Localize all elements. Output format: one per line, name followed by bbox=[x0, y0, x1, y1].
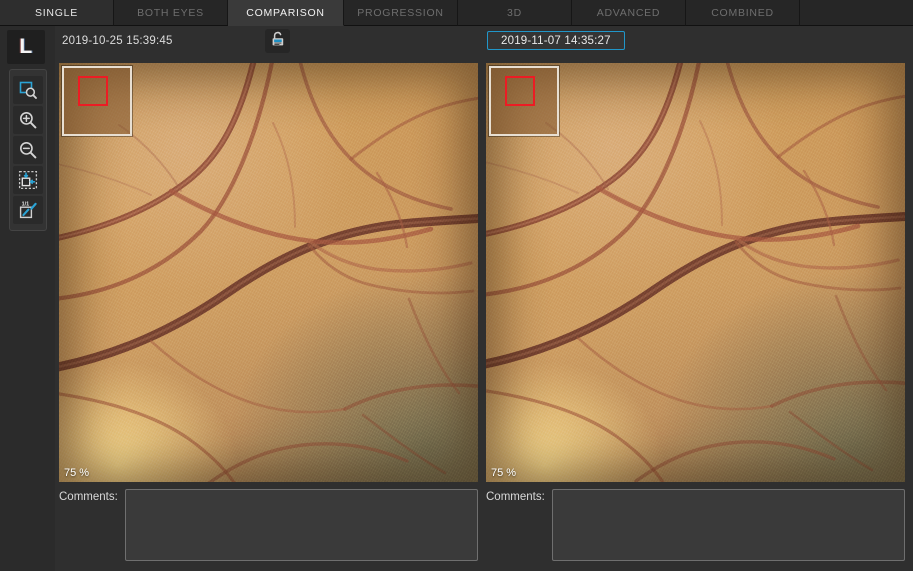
study-header-bar: 2019-10-25 15:39:45 2019-11-07 14:35:27 bbox=[55, 26, 913, 63]
left-comments-input[interactable] bbox=[125, 489, 478, 561]
zoom-region-button[interactable] bbox=[13, 76, 43, 104]
sync-views-button[interactable] bbox=[265, 29, 290, 53]
right-navigator-minimap[interactable] bbox=[489, 66, 559, 136]
zoom-out-icon bbox=[18, 140, 38, 160]
left-navigator-viewport-rect[interactable] bbox=[78, 76, 108, 106]
tab-label: 3D bbox=[507, 6, 522, 19]
left-tool-rail: L 1/1 bbox=[0, 26, 55, 571]
tab-label: COMPARISON bbox=[246, 6, 325, 19]
tab-both-eyes[interactable]: BOTH EYES bbox=[114, 0, 228, 26]
fit-to-window-icon bbox=[18, 170, 38, 190]
actual-size-button[interactable]: 1/1 bbox=[13, 196, 43, 224]
tab-label: SINGLE bbox=[34, 6, 78, 19]
right-comments-row: Comments: bbox=[486, 489, 905, 565]
tab-comparison[interactable]: COMPARISON bbox=[228, 0, 344, 26]
left-comments-label: Comments: bbox=[59, 491, 118, 503]
zoom-in-button[interactable] bbox=[13, 106, 43, 134]
application-window: SINGLE BOTH EYES COMPARISON PROGRESSION … bbox=[0, 0, 913, 571]
zoom-in-icon bbox=[18, 110, 38, 130]
main-tab-bar: SINGLE BOTH EYES COMPARISON PROGRESSION … bbox=[0, 0, 913, 26]
tab-progression[interactable]: PROGRESSION bbox=[344, 0, 458, 26]
left-comments-row: Comments: bbox=[59, 489, 478, 565]
zoom-out-button[interactable] bbox=[13, 136, 43, 164]
fit-to-window-button[interactable] bbox=[13, 166, 43, 194]
tab-bar-filler bbox=[800, 0, 913, 26]
left-navigator-minimap[interactable] bbox=[62, 66, 132, 136]
tab-single[interactable]: SINGLE bbox=[0, 0, 114, 26]
tab-3d[interactable]: 3D bbox=[458, 0, 572, 26]
right-study-date: 2019-11-07 14:35:27 bbox=[501, 34, 611, 47]
eye-indicator-label: L bbox=[19, 35, 33, 58]
tab-label: PROGRESSION bbox=[357, 6, 444, 19]
tab-label: COMBINED bbox=[711, 6, 774, 19]
tab-label: BOTH EYES bbox=[137, 6, 204, 19]
left-image-viewport[interactable]: 75 % bbox=[59, 63, 478, 482]
right-study-date-selector[interactable]: 2019-11-07 14:35:27 bbox=[487, 31, 625, 50]
tab-advanced[interactable]: ADVANCED bbox=[572, 0, 686, 26]
right-comments-label: Comments: bbox=[486, 491, 545, 503]
right-navigator-viewport-rect[interactable] bbox=[505, 76, 535, 106]
tab-combined[interactable]: COMBINED bbox=[686, 0, 800, 26]
right-comments-input[interactable] bbox=[552, 489, 905, 561]
right-image-viewport[interactable]: 75 % bbox=[486, 63, 905, 482]
left-study-date: 2019-10-25 15:39:45 bbox=[62, 35, 173, 47]
tab-label: ADVANCED bbox=[596, 6, 661, 19]
zoom-tool-group: 1/1 bbox=[9, 69, 47, 231]
eye-indicator: L bbox=[7, 30, 45, 64]
actual-size-icon: 1/1 bbox=[18, 200, 38, 220]
zoom-region-icon bbox=[18, 80, 38, 100]
sync-lock-icon bbox=[269, 30, 287, 53]
